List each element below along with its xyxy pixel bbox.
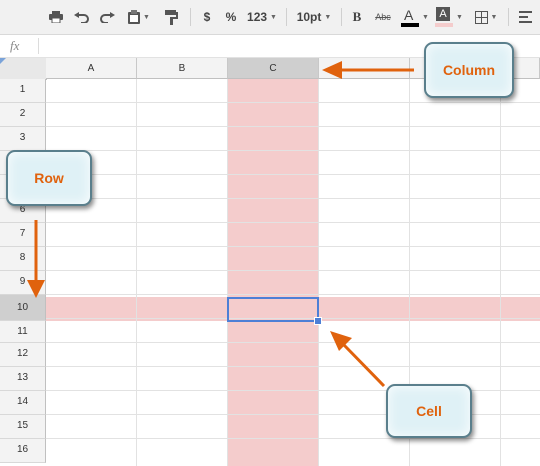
grid-line xyxy=(318,79,319,466)
grid-line xyxy=(136,79,137,466)
row-header-7[interactable]: 7 xyxy=(0,223,46,247)
print-icon[interactable] xyxy=(46,5,66,29)
row-header-10[interactable]: 10 xyxy=(0,295,46,321)
chevron-down-icon: ▼ xyxy=(143,13,150,21)
row-header-15[interactable]: 15 xyxy=(0,415,46,439)
bold-button[interactable]: B xyxy=(348,5,366,29)
column-header-a[interactable]: A xyxy=(46,58,137,79)
formula-divider xyxy=(38,38,39,54)
column-callout: Column xyxy=(424,42,514,98)
row-number: 14 xyxy=(16,396,29,407)
number-format-menu[interactable]: 123 ▼ xyxy=(244,5,280,29)
grid-line xyxy=(46,366,540,367)
align-left-icon[interactable] xyxy=(514,5,536,29)
selected-column-highlight xyxy=(228,79,319,466)
fill-handle[interactable] xyxy=(314,317,322,325)
row-header-9[interactable]: 9 xyxy=(0,271,46,295)
row-number: 2 xyxy=(19,108,26,119)
row-number: 10 xyxy=(16,302,29,313)
grid-line xyxy=(46,126,540,127)
row-number: 9 xyxy=(19,276,26,287)
chevron-down-icon: ▼ xyxy=(456,13,463,21)
redo-icon[interactable] xyxy=(96,5,118,29)
chevron-down-icon: ▼ xyxy=(490,13,498,21)
number-format-label: 123 xyxy=(247,10,268,24)
row-header-13[interactable]: 13 xyxy=(0,367,46,391)
paint-format-icon[interactable] xyxy=(160,5,182,29)
row-header-3[interactable]: 3 xyxy=(0,127,46,151)
row-header-12[interactable]: 12 xyxy=(0,343,46,367)
row-callout: Row xyxy=(6,150,92,206)
chevron-down-icon: ▼ xyxy=(422,13,429,21)
row-number: 15 xyxy=(16,420,29,431)
select-all-corner[interactable] xyxy=(0,58,47,80)
undo-icon[interactable] xyxy=(70,5,92,29)
cell-callout: Cell xyxy=(386,384,472,438)
fill-color-menu[interactable]: A ▼ xyxy=(432,5,466,29)
grid-line xyxy=(46,438,540,439)
row-header-16[interactable]: 16 xyxy=(0,439,46,463)
grid-line xyxy=(46,270,540,271)
grid-line xyxy=(46,198,540,199)
row-header-14[interactable]: 14 xyxy=(0,391,46,415)
toolbar: ▼ $ % 123 ▼ 10pt ▼ B Abc A ▼ A ▼ ▼ xyxy=(0,0,540,35)
fx-icon: fx xyxy=(10,38,20,53)
paste-menu[interactable]: ▼ xyxy=(122,5,156,29)
row-number: 7 xyxy=(19,228,26,239)
column-header-c[interactable]: C xyxy=(228,58,319,79)
grid-line xyxy=(227,79,228,466)
percent-format-button[interactable]: % xyxy=(222,5,240,29)
font-size-menu[interactable]: 10pt ▼ xyxy=(292,5,336,29)
chevron-down-icon: ▼ xyxy=(324,13,332,21)
grid-line xyxy=(46,174,540,175)
text-color-menu[interactable]: A ▼ xyxy=(398,5,432,29)
toolbar-divider xyxy=(508,8,509,26)
strikethrough-button[interactable]: Abc xyxy=(372,5,394,29)
row-number: 3 xyxy=(19,132,26,143)
row-header-11[interactable]: 11 xyxy=(0,321,46,343)
row-header-2[interactable]: 2 xyxy=(0,103,46,127)
chevron-down-icon: ▼ xyxy=(270,13,277,21)
grid-line xyxy=(46,294,540,295)
clipboard-icon xyxy=(128,10,141,24)
row-number: 13 xyxy=(16,372,29,383)
row-number: 16 xyxy=(16,444,29,455)
grid-line xyxy=(46,102,540,103)
grid-line xyxy=(46,342,540,343)
grid-line xyxy=(500,79,501,466)
font-size-label: 10pt xyxy=(296,10,322,24)
column-header-d[interactable] xyxy=(319,58,410,79)
grid-line xyxy=(46,246,540,247)
grid-line xyxy=(46,150,540,151)
toolbar-divider xyxy=(190,8,191,26)
grid-line xyxy=(46,222,540,223)
column-header-b[interactable]: B xyxy=(137,58,228,79)
fill-color-icon: A xyxy=(435,7,454,27)
active-cell[interactable] xyxy=(227,297,319,322)
toolbar-divider xyxy=(286,8,287,26)
borders-icon xyxy=(474,10,488,24)
toolbar-divider xyxy=(341,8,342,26)
currency-format-button[interactable]: $ xyxy=(198,5,216,29)
row-header-1[interactable]: 1 xyxy=(0,79,46,103)
row-number: 11 xyxy=(17,326,28,337)
row-number: 1 xyxy=(19,84,26,95)
borders-menu[interactable]: ▼ xyxy=(470,5,502,29)
row-header-8[interactable]: 8 xyxy=(0,247,46,271)
text-color-icon: A xyxy=(401,7,420,27)
row-number: 8 xyxy=(19,252,26,263)
row-number: 12 xyxy=(16,348,29,359)
